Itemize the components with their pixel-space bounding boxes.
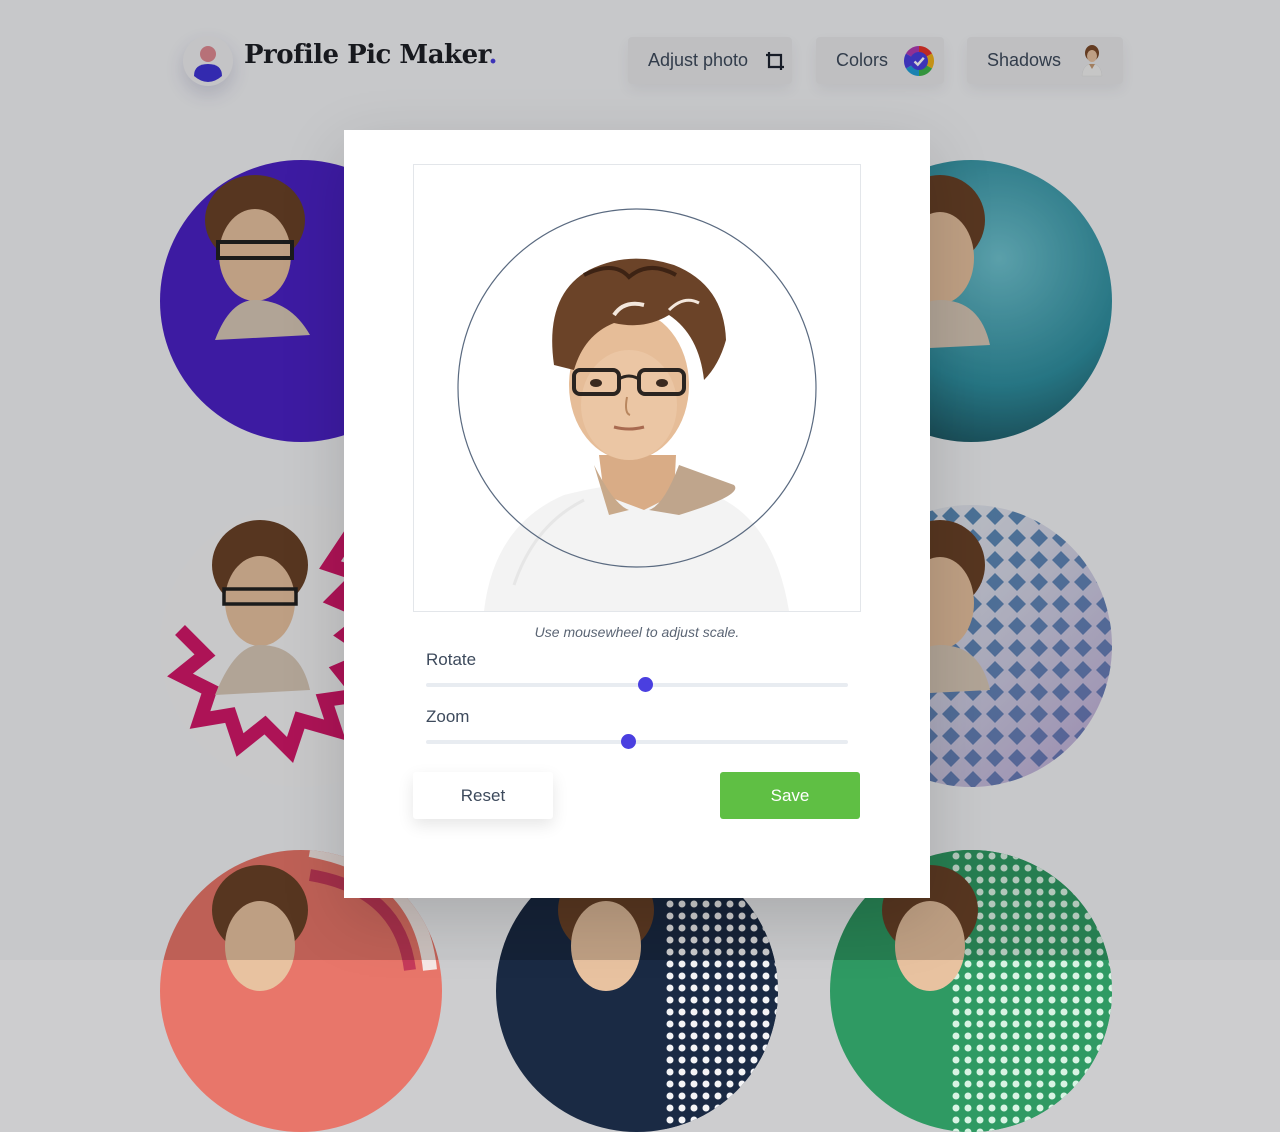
- zoom-slider[interactable]: [426, 734, 848, 749]
- save-button[interactable]: Save: [720, 772, 860, 819]
- zoom-label: Zoom: [426, 707, 470, 726]
- zoom-slider-thumb[interactable]: [621, 734, 637, 749]
- scale-hint: Use mousewheel to adjust scale.: [534, 624, 740, 640]
- rotate-slider-thumb[interactable]: [637, 677, 653, 692]
- crop-area[interactable]: [413, 164, 861, 612]
- adjust-photo-modal: Use mousewheel to adjust scale. Rotate Z…: [344, 130, 930, 898]
- rotate-slider[interactable]: [426, 677, 848, 692]
- rotate-label: Rotate: [426, 650, 477, 669]
- photo-preview: [457, 208, 817, 611]
- reset-button[interactable]: Reset: [413, 772, 553, 819]
